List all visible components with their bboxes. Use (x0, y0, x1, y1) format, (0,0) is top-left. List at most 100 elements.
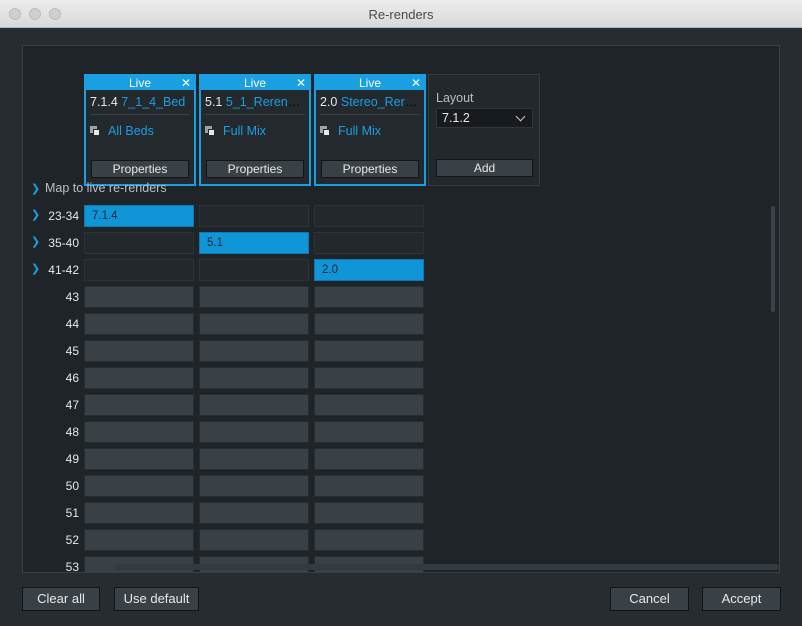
card-name-link[interactable]: 5_1_Rerender (226, 95, 305, 109)
rerender-card[interactable]: Live ✕ 2.0 Stereo_Rere… Full Mix Propert… (314, 74, 426, 186)
grid-cell[interactable] (199, 313, 309, 335)
grid-cell[interactable] (314, 340, 424, 362)
grid-cell[interactable] (314, 448, 424, 470)
use-default-button[interactable]: Use default (114, 587, 199, 611)
grid-cell-assigned[interactable]: 2.0 (314, 259, 424, 281)
card-source[interactable]: Full Mix (201, 115, 309, 141)
grid-cell[interactable] (199, 529, 309, 551)
grid-cell[interactable] (199, 367, 309, 389)
grid-cell[interactable] (314, 529, 424, 551)
chevron-right-icon[interactable]: ❯ (31, 208, 40, 221)
grid-cell[interactable] (84, 232, 194, 254)
chevron-right-icon[interactable]: ❯ (31, 235, 40, 248)
grid-cell[interactable] (84, 340, 194, 362)
row-label: 49 (65, 452, 79, 466)
grid-cell[interactable] (84, 502, 194, 524)
grid-cell[interactable] (199, 259, 309, 281)
card-header: Live ✕ (86, 76, 194, 90)
grid-cell[interactable] (314, 286, 424, 308)
grid-cell[interactable] (84, 421, 194, 443)
rerender-card[interactable]: Live ✕ 5.1 5_1_Rerender Full Mix Propert… (199, 74, 311, 186)
grid-cell[interactable] (199, 475, 309, 497)
grid-cell[interactable] (84, 448, 194, 470)
card-source[interactable]: All Beds (86, 115, 194, 141)
row-label: 35-40 (48, 236, 79, 250)
re-render-panel: Live ✕ 7.1.4 7_1_4_Bed All Beds Properti… (22, 45, 780, 573)
grid-cell[interactable] (199, 448, 309, 470)
grid-cell[interactable] (314, 232, 424, 254)
card-name: 2.0 Stereo_Rere… (320, 90, 420, 115)
card-source-label: Full Mix (338, 124, 382, 138)
card-header: Live ✕ (201, 76, 309, 90)
cancel-button[interactable]: Cancel (610, 587, 689, 611)
row-label: 45 (65, 344, 79, 358)
close-icon[interactable]: ✕ (296, 76, 306, 90)
row-label: 53 (65, 560, 79, 573)
grid-row: 43 (23, 286, 443, 308)
properties-button[interactable]: Properties (91, 160, 189, 178)
layout-select[interactable]: 7.1.2 (436, 108, 533, 128)
rerender-card[interactable]: Live ✕ 7.1.4 7_1_4_Bed All Beds Properti… (84, 74, 196, 186)
grid-cell[interactable] (314, 475, 424, 497)
grid-cell-assigned[interactable]: 7.1.4 (84, 205, 194, 227)
card-name-link[interactable]: 7_1_4_Bed (121, 95, 185, 109)
stack-icon (205, 125, 216, 137)
clear-all-button[interactable]: Clear all (22, 587, 100, 611)
row-label: 47 (65, 398, 79, 412)
layout-panel: Layout 7.1.2 Add (428, 74, 540, 186)
grid-cell[interactable] (84, 367, 194, 389)
grid-row: 49 (23, 448, 443, 470)
card-format: 5.1 (205, 95, 223, 109)
row-label: 50 (65, 479, 79, 493)
grid-cell[interactable] (84, 259, 194, 281)
close-icon[interactable]: ✕ (181, 76, 191, 90)
card-header-label: Live (243, 76, 266, 90)
grid-cell[interactable] (314, 421, 424, 443)
grid-cell[interactable] (84, 394, 194, 416)
grid-cell[interactable] (199, 421, 309, 443)
grid-cell[interactable] (199, 286, 309, 308)
accept-button[interactable]: Accept (702, 587, 781, 611)
grid-row: 46 (23, 367, 443, 389)
grid-cell[interactable] (199, 502, 309, 524)
grid-cell-assigned[interactable]: 5.1 (199, 232, 309, 254)
grid-cell[interactable] (199, 394, 309, 416)
row-label: 52 (65, 533, 79, 547)
card-name: 5.1 5_1_Rerender (205, 90, 305, 115)
card-header-label: Live (128, 76, 151, 90)
horizontal-scrollbar[interactable] (115, 564, 779, 570)
window-title: Re-renders (368, 7, 434, 22)
card-name-link[interactable]: Stereo_Rere… (341, 95, 420, 109)
grid-cell[interactable] (84, 529, 194, 551)
grid-cell[interactable] (199, 340, 309, 362)
grid-cell[interactable] (84, 313, 194, 335)
grid-cell[interactable] (199, 205, 309, 227)
row-label: 44 (65, 317, 79, 331)
grid-cell[interactable] (314, 394, 424, 416)
map-to-live-toggle[interactable]: ❯ Map to live re-renders (31, 181, 167, 195)
chevron-right-icon[interactable]: ❯ (31, 262, 40, 275)
card-format: 2.0 (320, 95, 338, 109)
row-label: 43 (65, 290, 79, 304)
properties-button[interactable]: Properties (321, 160, 419, 178)
grid-cell[interactable] (84, 286, 194, 308)
chevron-right-icon: ❯ (31, 183, 41, 195)
card-source[interactable]: Full Mix (316, 115, 424, 141)
vertical-scrollbar[interactable] (771, 206, 775, 312)
grid-row: ❯ 23-34 7.1.4 (23, 205, 443, 227)
row-label: 48 (65, 425, 79, 439)
grid-cell[interactable] (314, 205, 424, 227)
grid-row: 50 (23, 475, 443, 497)
grid-cell[interactable] (84, 475, 194, 497)
chevron-down-icon (515, 111, 526, 122)
properties-button[interactable]: Properties (206, 160, 304, 178)
add-button[interactable]: Add (436, 159, 533, 177)
row-label: 51 (65, 506, 79, 520)
grid-row: 52 (23, 529, 443, 551)
grid-cell[interactable] (314, 313, 424, 335)
dialog-body: Live ✕ 7.1.4 7_1_4_Bed All Beds Properti… (0, 28, 802, 626)
close-icon[interactable]: ✕ (411, 76, 421, 90)
grid-cell[interactable] (314, 502, 424, 524)
grid-cell[interactable] (314, 367, 424, 389)
card-source-label: All Beds (108, 124, 154, 138)
